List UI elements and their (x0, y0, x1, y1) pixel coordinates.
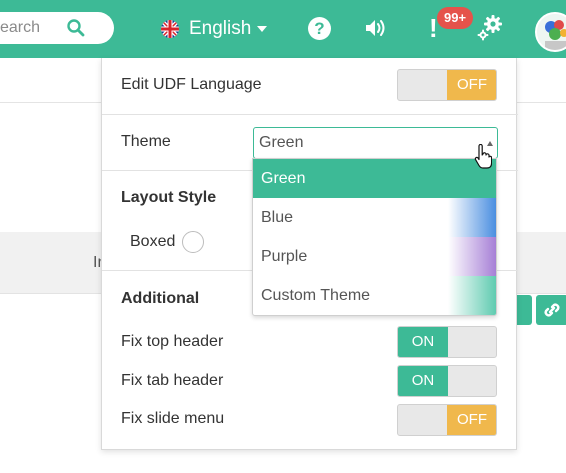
fix-top-header-toggle[interactable]: ON (397, 326, 497, 358)
app-page: In earch English ? ! 99+ Edit UDF Langua… (0, 0, 566, 473)
additional-title: Additional (121, 290, 200, 307)
search-input[interactable]: earch (0, 19, 40, 37)
gear-icon[interactable] (476, 14, 504, 42)
theme-option-custom[interactable]: Custom Theme (253, 276, 496, 315)
theme-option-purple[interactable]: Purple (253, 237, 496, 276)
fix-tab-header-toggle[interactable]: ON (397, 365, 497, 397)
option-label: Blue (261, 209, 294, 226)
help-icon[interactable]: ? (308, 17, 331, 40)
toggle-state: OFF (447, 405, 496, 435)
link-button[interactable] (536, 295, 566, 325)
theme-label: Theme (121, 133, 171, 150)
search-icon[interactable] (66, 18, 86, 38)
toggle-state: ON (398, 366, 448, 396)
option-label: Green (261, 170, 306, 187)
layout-style-title: Layout Style (121, 189, 217, 206)
theme-swatch (448, 276, 496, 315)
theme-select[interactable]: Green (253, 127, 498, 159)
uk-flag-icon (161, 20, 179, 38)
edit-udf-language-label: Edit UDF Language (121, 76, 262, 93)
search-box[interactable]: earch (0, 12, 114, 44)
cursor-icon (474, 144, 492, 169)
notification-badge: 99+ (437, 7, 474, 29)
language-label: English (189, 18, 252, 39)
theme-swatch (448, 237, 496, 276)
toggle-state: OFF (447, 70, 496, 100)
theme-dropdown: Green Blue Purple Custom Theme (252, 158, 497, 316)
fix-slide-menu-label: Fix slide menu (121, 410, 225, 427)
edit-udf-language-toggle[interactable]: OFF (397, 69, 497, 101)
toggle-state: ON (398, 327, 448, 357)
sound-icon[interactable] (364, 17, 388, 39)
divider (102, 114, 518, 115)
top-header: earch English ? ! 99+ (0, 0, 566, 58)
fix-tab-header-label: Fix tab header (121, 372, 224, 389)
fix-top-header-label: Fix top header (121, 333, 224, 350)
option-label: Custom Theme (261, 287, 371, 304)
fix-slide-menu-toggle[interactable]: OFF (397, 404, 497, 436)
link-icon (544, 303, 560, 317)
boxed-radio[interactable] (182, 231, 204, 253)
avatar[interactable] (535, 12, 566, 52)
chevron-down-icon (257, 26, 268, 32)
theme-select-value: Green (259, 134, 304, 151)
theme-swatch (448, 198, 496, 237)
boxed-label: Boxed (130, 233, 176, 250)
option-label: Purple (261, 248, 308, 265)
theme-option-green[interactable]: Green (253, 159, 496, 198)
language-selector[interactable]: English (161, 16, 268, 42)
theme-option-blue[interactable]: Blue (253, 198, 496, 237)
